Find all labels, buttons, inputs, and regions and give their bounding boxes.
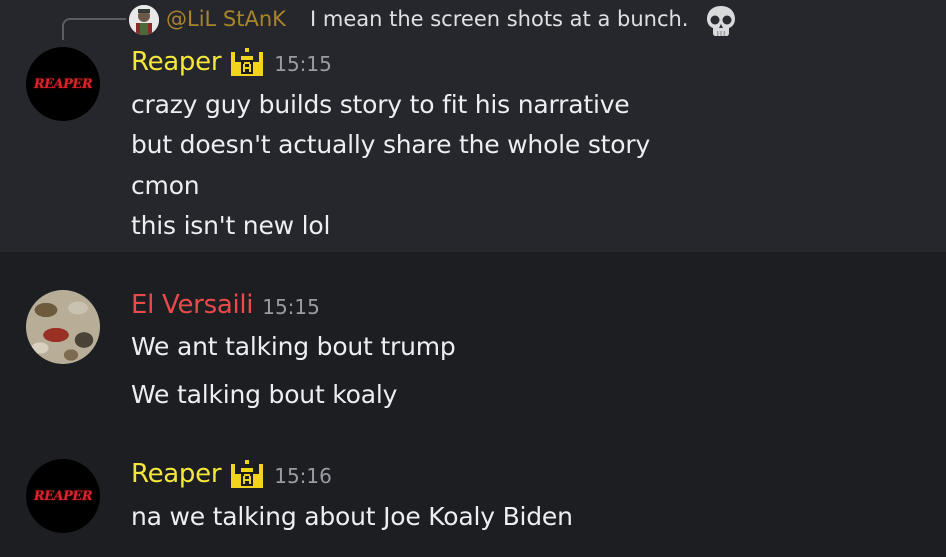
timestamp[interactable]: 15:15 bbox=[262, 295, 320, 319]
message-text: this isn't new lol bbox=[131, 211, 331, 240]
message-group[interactable]: REAPER Reaper 15:16 na we talking about … bbox=[0, 432, 946, 557]
reaper-logo: REAPER bbox=[33, 488, 93, 504]
message-text: crazy guy builds story to fit his narrat… bbox=[131, 90, 630, 119]
username[interactable]: Reaper bbox=[131, 459, 222, 489]
avatar[interactable] bbox=[26, 290, 100, 364]
reply-reference[interactable]: @LiL StAnK I mean the screen shots at a … bbox=[0, 0, 946, 40]
message-text: cmon bbox=[131, 171, 200, 200]
message-text: but doesn't actually share the whole sto… bbox=[131, 130, 651, 159]
message-text: na we talking about Joe Koaly Biden bbox=[131, 502, 573, 531]
reply-author-avatar[interactable] bbox=[129, 5, 159, 35]
message-header: El Versaili 15:15 bbox=[131, 290, 320, 320]
message-group[interactable]: El Versaili 15:15 We ant talking bout tr… bbox=[0, 252, 946, 432]
reply-connector bbox=[62, 18, 126, 40]
avatar[interactable]: REAPER bbox=[26, 47, 100, 121]
message-group[interactable]: @LiL StAnK I mean the screen shots at a … bbox=[0, 0, 946, 252]
username[interactable]: Reaper bbox=[131, 47, 222, 77]
message-header: Reaper 15:15 bbox=[131, 46, 332, 78]
crown-badge-icon[interactable] bbox=[229, 458, 265, 490]
username[interactable]: El Versaili bbox=[131, 290, 254, 320]
reaper-logo: REAPER bbox=[33, 76, 93, 92]
crown-badge-icon[interactable] bbox=[229, 46, 265, 78]
reply-author-mention[interactable]: @LiL StAnK bbox=[166, 7, 286, 31]
avatar[interactable]: REAPER bbox=[26, 459, 100, 533]
reply-preview-text[interactable]: I mean the screen shots at a bunch. bbox=[310, 7, 688, 31]
message-text: We talking bout koaly bbox=[131, 380, 398, 409]
skull-icon bbox=[704, 4, 738, 38]
timestamp[interactable]: 15:16 bbox=[274, 464, 332, 488]
timestamp[interactable]: 15:15 bbox=[274, 52, 332, 76]
chat-messages: @LiL StAnK I mean the screen shots at a … bbox=[0, 0, 946, 557]
message-text: We ant talking bout trump bbox=[131, 332, 456, 361]
message-header: Reaper 15:16 bbox=[131, 458, 332, 490]
